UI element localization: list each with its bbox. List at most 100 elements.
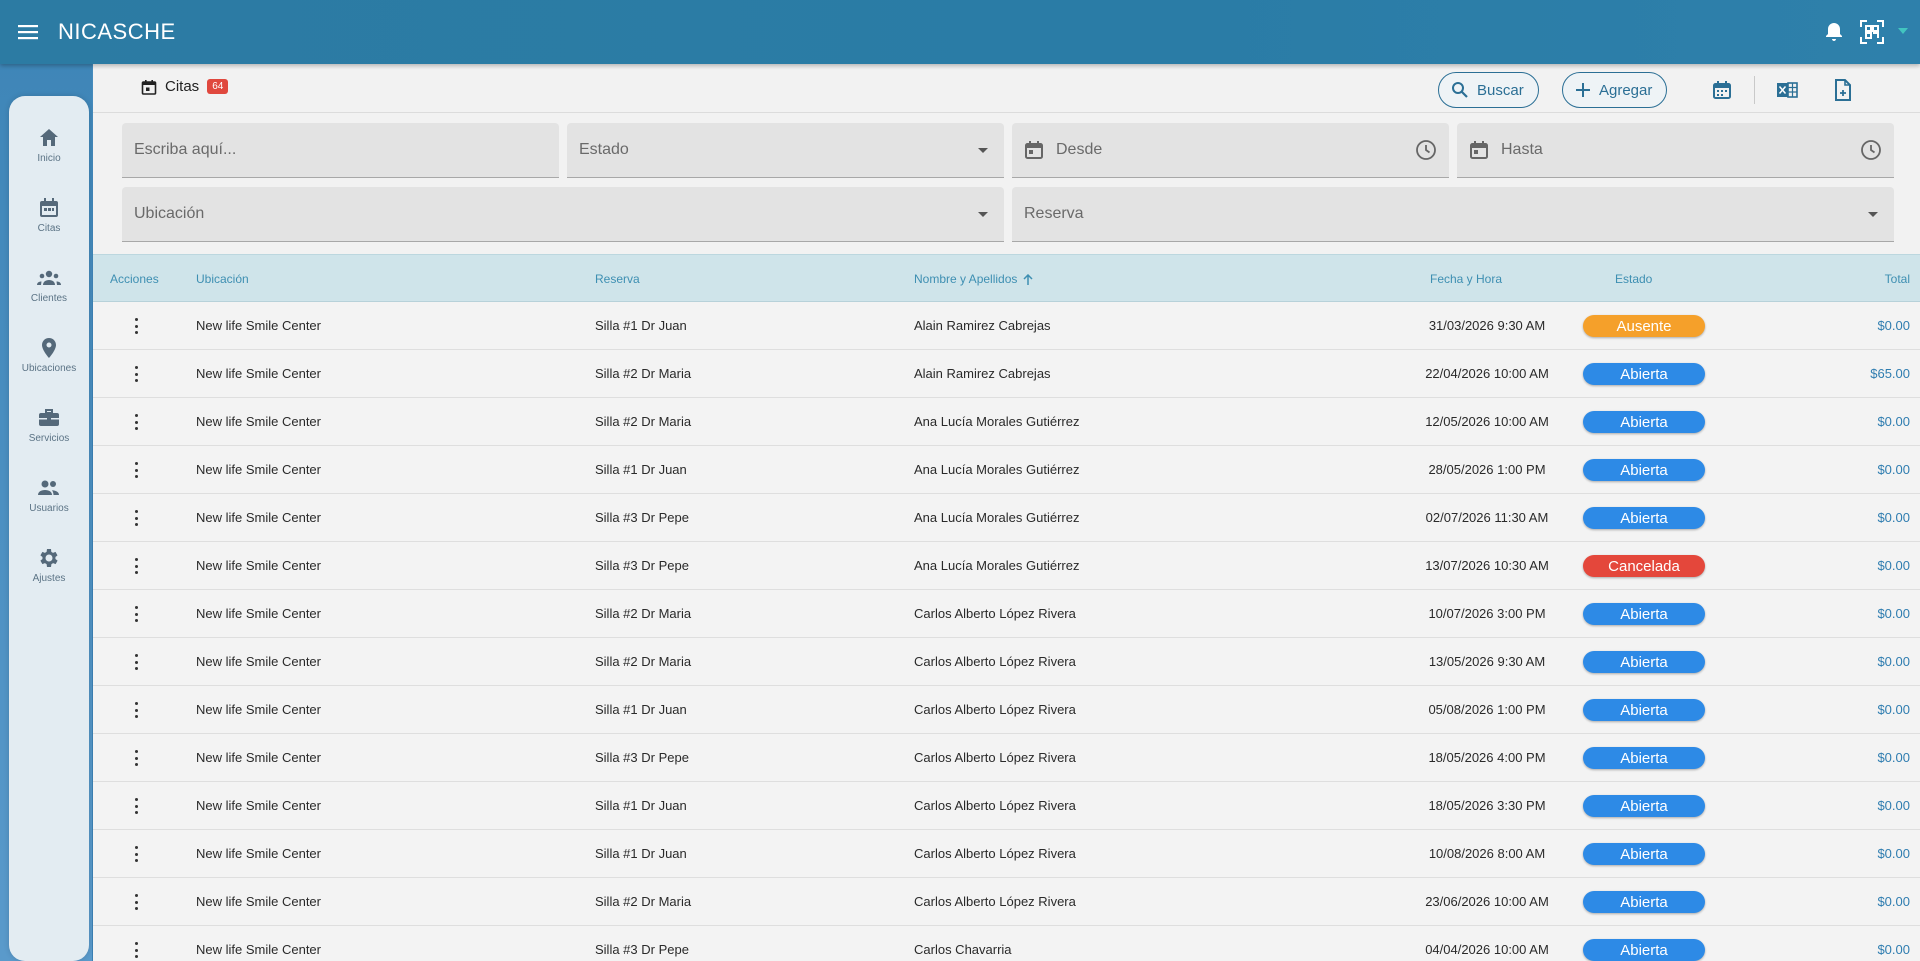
table-row[interactable]: New life Smile Center Silla #1 Dr Juan Ana… bbox=[93, 446, 1920, 494]
status-badge: Abierta bbox=[1583, 699, 1705, 721]
cell-ubicacion: New life Smile Center bbox=[196, 510, 321, 525]
cell-ubicacion: New life Smile Center bbox=[196, 894, 321, 909]
cell-nombre: Alain Ramirez Cabrejas bbox=[914, 318, 1051, 333]
sidebar-item-inicio[interactable]: Inicio bbox=[9, 126, 89, 186]
header-acciones: Acciones bbox=[110, 272, 159, 286]
sidebar-item-ubicaciones[interactable]: Ubicaciones bbox=[9, 336, 89, 396]
account-chevron-down-icon[interactable] bbox=[1896, 18, 1910, 46]
search-input[interactable]: Escriba aquí... bbox=[122, 123, 559, 178]
cell-reserva: Silla #2 Dr Maria bbox=[595, 366, 692, 381]
header-ubicacion[interactable]: Ubicación bbox=[196, 272, 249, 286]
cell-fecha: 31/03/2026 9:30 AM bbox=[1428, 318, 1546, 333]
gear-icon bbox=[40, 549, 58, 567]
row-actions-icon[interactable] bbox=[130, 604, 142, 624]
cell-fecha: 18/05/2026 3:30 PM bbox=[1428, 798, 1546, 813]
row-actions-icon[interactable] bbox=[130, 844, 142, 864]
table-row[interactable]: New life Smile Center Silla #1 Dr Juan Car… bbox=[93, 782, 1920, 830]
page-title: Citas bbox=[165, 78, 200, 95]
table-row[interactable]: New life Smile Center Silla #2 Dr Maria An… bbox=[93, 398, 1920, 446]
row-actions-icon[interactable] bbox=[130, 556, 142, 576]
table-row[interactable]: New life Smile Center Silla #1 Dr Juan Car… bbox=[93, 686, 1920, 734]
status-badge: Ausente bbox=[1583, 315, 1705, 337]
calendar-icon bbox=[1024, 140, 1044, 160]
cell-reserva: Silla #1 Dr Juan bbox=[595, 798, 687, 813]
status-badge: Abierta bbox=[1583, 363, 1705, 385]
table-header: Acciones Ubicación Reserva Nombre y Apel… bbox=[93, 254, 1920, 302]
row-actions-icon[interactable] bbox=[130, 796, 142, 816]
desde-date-field[interactable]: Desde bbox=[1012, 123, 1449, 178]
header-nombre-label: Nombre y Apellidos bbox=[914, 272, 1018, 286]
cell-nombre: Ana Lucía Morales Gutiérrez bbox=[914, 558, 1080, 573]
pdf-export-icon[interactable] bbox=[1830, 77, 1856, 103]
row-actions-icon[interactable] bbox=[130, 700, 142, 720]
row-actions-icon[interactable] bbox=[130, 508, 142, 528]
row-actions-icon[interactable] bbox=[130, 364, 142, 384]
status-badge: Abierta bbox=[1583, 795, 1705, 817]
clock-icon[interactable] bbox=[1860, 139, 1882, 161]
table-row[interactable]: New life Smile Center Silla #1 Dr Juan Ala… bbox=[93, 302, 1920, 350]
status-badge: Abierta bbox=[1583, 459, 1705, 481]
search-icon bbox=[1452, 82, 1468, 98]
status-badge: Cancelada bbox=[1583, 555, 1705, 577]
home-icon bbox=[40, 129, 58, 146]
table-row[interactable]: New life Smile Center Silla #3 Dr Pepe Car… bbox=[93, 734, 1920, 782]
dropdown-arrow-icon bbox=[978, 148, 988, 153]
add-button[interactable]: Agregar bbox=[1562, 72, 1668, 108]
row-actions-icon[interactable] bbox=[130, 316, 142, 336]
sidebar-item-usuarios[interactable]: Usuarios bbox=[9, 476, 89, 536]
cell-nombre: Carlos Alberto López Rivera bbox=[914, 702, 1076, 717]
search-button-label: Buscar bbox=[1477, 81, 1524, 99]
table-row[interactable]: New life Smile Center Silla #3 Dr Pepe Ana… bbox=[93, 494, 1920, 542]
calendar-today-icon bbox=[141, 79, 157, 95]
header-fecha[interactable]: Fecha y Hora bbox=[1430, 272, 1502, 286]
cell-total: $0.00 bbox=[1877, 558, 1910, 573]
cell-ubicacion: New life Smile Center bbox=[196, 366, 321, 381]
calendar-view-icon[interactable] bbox=[1709, 77, 1735, 103]
table-row[interactable]: New life Smile Center Silla #1 Dr Juan Car… bbox=[93, 830, 1920, 878]
cell-nombre: Carlos Alberto López Rivera bbox=[914, 846, 1076, 861]
sidebar-item-ajustes[interactable]: Ajustes bbox=[9, 546, 89, 606]
clock-icon[interactable] bbox=[1415, 139, 1437, 161]
hasta-date-field[interactable]: Hasta bbox=[1457, 123, 1894, 178]
cell-ubicacion: New life Smile Center bbox=[196, 942, 321, 957]
sidebar-item-clientes[interactable]: Clientes bbox=[9, 266, 89, 326]
row-actions-icon[interactable] bbox=[130, 892, 142, 912]
cell-reserva: Silla #3 Dr Pepe bbox=[595, 942, 689, 957]
notifications-bell-icon[interactable] bbox=[1820, 18, 1848, 46]
app-title: NICASCHE bbox=[58, 19, 176, 44]
status-badge: Abierta bbox=[1583, 843, 1705, 865]
search-button[interactable]: Buscar bbox=[1438, 72, 1539, 108]
table-row[interactable]: New life Smile Center Silla #2 Dr Maria Al… bbox=[93, 350, 1920, 398]
hamburger-menu-icon[interactable] bbox=[14, 17, 44, 47]
excel-export-icon[interactable] bbox=[1774, 77, 1800, 103]
sidebar-item-citas[interactable]: Citas bbox=[9, 196, 89, 256]
qr-scanner-icon[interactable] bbox=[1858, 18, 1886, 46]
table-row[interactable]: New life Smile Center Silla #2 Dr Maria Ca… bbox=[93, 638, 1920, 686]
row-actions-icon[interactable] bbox=[130, 412, 142, 432]
table-row[interactable]: New life Smile Center Silla #3 Dr Pepe Car… bbox=[93, 926, 1920, 961]
cell-fecha: 04/04/2026 10:00 AM bbox=[1425, 942, 1549, 957]
row-actions-icon[interactable] bbox=[130, 940, 142, 960]
cell-nombre: Carlos Alberto López Rivera bbox=[914, 654, 1076, 669]
table-row[interactable]: New life Smile Center Silla #2 Dr Maria Ca… bbox=[93, 590, 1920, 638]
header-total[interactable]: Total bbox=[1885, 272, 1910, 286]
app-bar: NICASCHE bbox=[0, 0, 1920, 64]
row-actions-icon[interactable] bbox=[130, 748, 142, 768]
cell-fecha: 10/08/2026 8:00 AM bbox=[1428, 846, 1546, 861]
desde-label: Desde bbox=[1056, 141, 1103, 158]
table-row[interactable]: New life Smile Center Silla #3 Dr Pepe Ana… bbox=[93, 542, 1920, 590]
sidebar-item-servicios[interactable]: Servicios bbox=[9, 406, 89, 466]
cell-nombre: Carlos Alberto López Rivera bbox=[914, 606, 1076, 621]
header-reserva[interactable]: Reserva bbox=[595, 272, 640, 286]
sidebar-item-label: Ubicaciones bbox=[21, 363, 77, 374]
table-row[interactable]: New life Smile Center Silla #2 Dr Maria Ca… bbox=[93, 878, 1920, 926]
estado-select[interactable]: Estado bbox=[567, 123, 1004, 178]
dropdown-arrow-icon bbox=[1868, 212, 1878, 217]
ubicacion-select[interactable]: Ubicación bbox=[122, 187, 1004, 242]
header-estado[interactable]: Estado bbox=[1615, 272, 1652, 286]
header-nombre[interactable]: Nombre y Apellidos bbox=[914, 272, 1033, 286]
row-actions-icon[interactable] bbox=[130, 652, 142, 672]
reserva-select[interactable]: Reserva bbox=[1012, 187, 1894, 242]
sidebar-item-label: Ajustes bbox=[32, 573, 66, 584]
row-actions-icon[interactable] bbox=[130, 460, 142, 480]
